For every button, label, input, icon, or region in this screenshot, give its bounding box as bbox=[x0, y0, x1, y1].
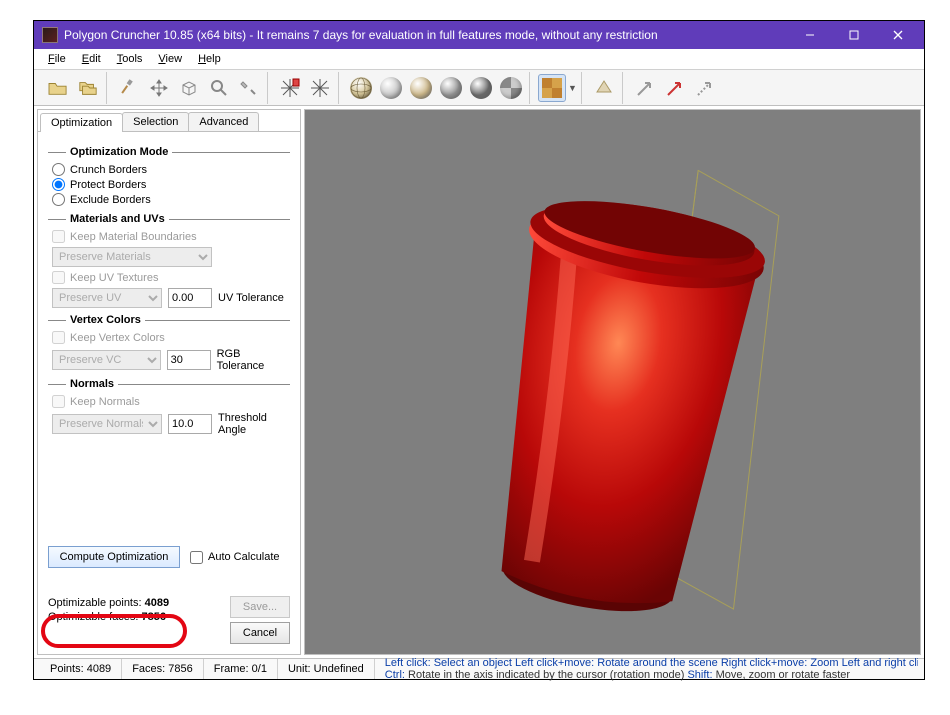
radio-protect-borders[interactable]: Protect Borders bbox=[48, 177, 290, 192]
radio-crunch-borders[interactable]: Crunch Borders bbox=[48, 162, 290, 177]
menu-help[interactable]: Help bbox=[190, 51, 229, 67]
sphere-tan-icon[interactable] bbox=[407, 74, 435, 102]
menu-edit[interactable]: Edit bbox=[74, 51, 109, 67]
menu-view[interactable]: View bbox=[150, 51, 190, 67]
maximize-button[interactable] bbox=[832, 21, 876, 49]
window-title: Polygon Cruncher 10.85 (x64 bits) - It r… bbox=[64, 28, 788, 42]
group-vertex-colors: Vertex Colors bbox=[48, 314, 290, 326]
wireframe-sphere-icon[interactable] bbox=[347, 74, 375, 102]
stat-optimizable-points: Optimizable points: 4089 bbox=[48, 596, 169, 610]
group-materials-uvs: Materials and UVs bbox=[48, 213, 290, 225]
status-faces: Faces: 7856 bbox=[122, 659, 204, 679]
check-keep-uv-textures[interactable]: Keep UV Textures bbox=[48, 270, 290, 285]
menu-tools[interactable]: Tools bbox=[109, 51, 151, 67]
sphere-checker-icon[interactable] bbox=[497, 74, 525, 102]
cancel-button[interactable]: Cancel bbox=[230, 622, 290, 644]
optimization-panel: Optimization Selection Advanced Optimiza… bbox=[37, 109, 301, 655]
combo-preserve-uv[interactable]: Preserve UV bbox=[52, 288, 162, 308]
combo-preserve-normals[interactable]: Preserve Normals bbox=[52, 414, 162, 434]
titlebar: Polygon Cruncher 10.85 (x64 bits) - It r… bbox=[34, 21, 924, 49]
cube-icon[interactable] bbox=[175, 74, 203, 102]
combo-preserve-vc[interactable]: Preserve VC bbox=[52, 350, 161, 370]
viewport-3d[interactable] bbox=[304, 109, 921, 655]
input-rgb-tolerance[interactable] bbox=[167, 350, 211, 370]
label-threshold-angle: Threshold Angle bbox=[218, 412, 290, 436]
check-auto-calculate[interactable]: Auto Calculate bbox=[190, 551, 280, 564]
check-keep-material-boundaries[interactable]: Keep Material Boundaries bbox=[48, 229, 290, 244]
radio-exclude-borders[interactable]: Exclude Borders bbox=[48, 192, 290, 207]
label-uv-tolerance: UV Tolerance bbox=[218, 292, 284, 304]
group-normals: Normals bbox=[48, 378, 290, 390]
burst-icon[interactable] bbox=[306, 74, 334, 102]
sphere-grey-icon[interactable] bbox=[377, 74, 405, 102]
tab-optimization[interactable]: Optimization bbox=[40, 113, 123, 132]
close-button[interactable] bbox=[876, 21, 920, 49]
status-hints: Left click: Select an object Left click+… bbox=[375, 657, 918, 681]
check-keep-normals[interactable]: Keep Normals bbox=[48, 394, 290, 409]
status-frame: Frame: 0/1 bbox=[204, 659, 278, 679]
arrow-grey-icon[interactable] bbox=[631, 74, 659, 102]
arrow-dash-icon[interactable] bbox=[691, 74, 719, 102]
toolbar: ▼ bbox=[34, 70, 924, 106]
sphere-darkgrey-icon[interactable] bbox=[437, 74, 465, 102]
group-optimization-mode: Optimization Mode bbox=[48, 146, 290, 158]
statusbar: Points: 4089 Faces: 7856 Frame: 0/1 Unit… bbox=[34, 658, 924, 679]
stat-optimizable-faces: Optimizable faces: 7856 bbox=[48, 610, 169, 624]
menu-file[interactable]: File bbox=[40, 51, 74, 67]
batch-icon[interactable] bbox=[74, 74, 102, 102]
move-arrows-icon[interactable] bbox=[145, 74, 173, 102]
dropdown-arrow-icon[interactable]: ▼ bbox=[568, 83, 577, 93]
sphere-dark-icon[interactable] bbox=[467, 74, 495, 102]
check-keep-vertex-colors[interactable]: Keep Vertex Colors bbox=[48, 330, 290, 345]
hammer-wrench-icon[interactable] bbox=[235, 74, 263, 102]
plane-icon[interactable] bbox=[590, 74, 618, 102]
menubar: File Edit Tools View Help bbox=[34, 49, 924, 70]
input-uv-tolerance[interactable] bbox=[168, 288, 212, 308]
app-icon bbox=[42, 27, 58, 43]
status-unit: Unit: Undefined bbox=[278, 659, 375, 679]
arrow-red-icon[interactable] bbox=[661, 74, 689, 102]
save-button[interactable]: Save... bbox=[230, 596, 290, 618]
magnify-icon[interactable] bbox=[205, 74, 233, 102]
compute-optimization-button[interactable]: Compute Optimization bbox=[48, 546, 180, 568]
hammer-icon[interactable] bbox=[115, 74, 143, 102]
status-points: Points: 4089 bbox=[40, 659, 122, 679]
open-folder-icon[interactable] bbox=[44, 74, 72, 102]
tab-selection[interactable]: Selection bbox=[122, 112, 189, 131]
tab-advanced[interactable]: Advanced bbox=[188, 112, 259, 131]
magic-optimize-icon[interactable] bbox=[276, 74, 304, 102]
input-threshold-angle[interactable] bbox=[168, 414, 212, 434]
minimize-button[interactable] bbox=[788, 21, 832, 49]
label-rgb-tolerance: RGB Tolerance bbox=[217, 348, 290, 372]
checker-toggle-icon[interactable] bbox=[538, 74, 566, 102]
combo-preserve-materials[interactable]: Preserve Materials bbox=[52, 247, 212, 267]
